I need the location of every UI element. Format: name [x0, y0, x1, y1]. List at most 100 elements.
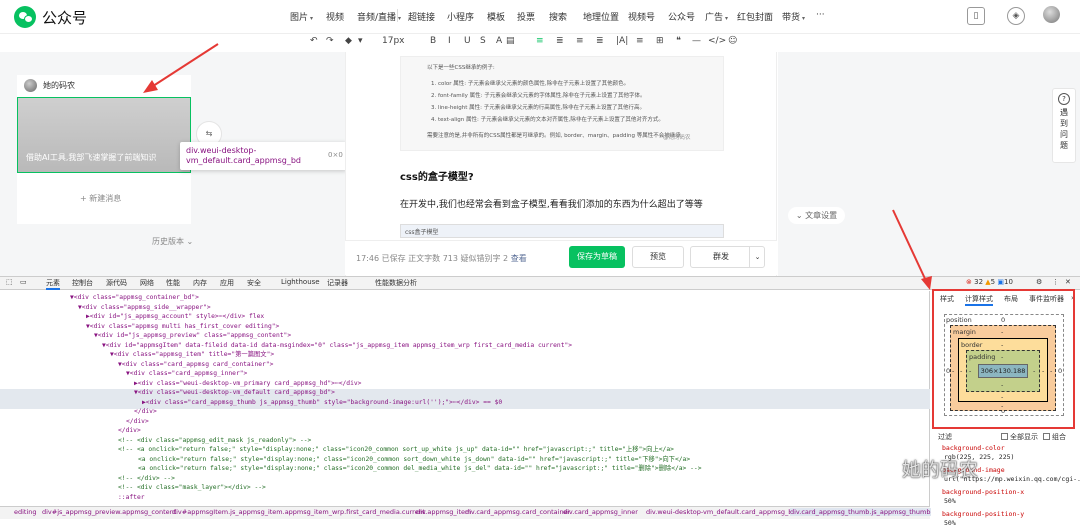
italic-icon[interactable]: I — [448, 36, 451, 46]
topnav-item[interactable]: 视频 — [326, 10, 344, 23]
devtools-tab[interactable]: 内存 — [193, 278, 207, 288]
app-logo[interactable]: 公众号 — [14, 6, 87, 28]
bold-icon[interactable]: B — [430, 36, 436, 46]
filter-input[interactable]: 过滤 — [938, 432, 952, 442]
settings-gear-icon[interactable]: ⚙ — [1036, 278, 1042, 286]
dom-node-line[interactable]: ▼<div class="card_appmsg card_container"… — [118, 360, 273, 369]
code-icon[interactable]: </> — [708, 36, 726, 46]
view-typos-link[interactable]: 查看 — [511, 254, 527, 263]
breadcrumb-item[interactable]: div.card_appmsg_inner — [563, 508, 638, 516]
topnav-item[interactable]: 图片 ▾ — [290, 10, 313, 23]
topnav-item[interactable]: 视频号 — [628, 10, 655, 23]
dom-node-line[interactable]: ▼<div class="appmsg multi has_first_cove… — [86, 322, 279, 331]
dom-node-line[interactable]: ▼<div class="card_appmsg_inner"> — [126, 369, 247, 378]
dom-node-line[interactable]: ▼<div class="appmsg_side__wrapper"> — [78, 303, 211, 312]
breadcrumb-item[interactable]: div#appmsgItem.js_appmsg_item.appmsg_ite… — [172, 508, 425, 516]
dom-node-line[interactable]: ▼<div class="weui-desktop-vm_default car… — [134, 388, 335, 397]
more-icon[interactable]: ⋮ — [1052, 278, 1059, 286]
devtools-tab[interactable]: Lighthouse — [281, 278, 320, 286]
devtools-tab[interactable]: 性能 — [166, 278, 180, 288]
devtools-tab[interactable]: 源代码 — [106, 278, 127, 288]
letter-spacing-icon[interactable]: |A| — [616, 36, 628, 46]
dom-node-line[interactable]: <!-- <div class="appmsg_edit_mask js_rea… — [118, 436, 311, 445]
topnav-item[interactable]: 音频/直播 ▾ — [357, 10, 401, 23]
devtools-tab[interactable]: 控制台 — [72, 278, 93, 288]
indent-icon[interactable]: ≣ — [556, 36, 564, 46]
topnav-item[interactable]: 投票 — [517, 10, 535, 23]
dom-node-line[interactable]: ▼<div id="js_appmsg_preview" class="appm… — [94, 331, 291, 340]
undo-icon[interactable]: ↶ — [310, 36, 318, 46]
devtools-tab[interactable]: 安全 — [247, 278, 261, 288]
dom-node-line[interactable]: <a onclick="return false;" style="displa… — [138, 464, 702, 473]
devtools-tab[interactable]: 记录器 — [327, 278, 348, 288]
topnav-item[interactable]: 红包封面 — [737, 10, 773, 23]
show-all-checkbox[interactable]: 全部显示 — [1001, 432, 1038, 442]
publish-button[interactable]: 群发 ⌄ — [690, 246, 765, 268]
dom-node-line[interactable]: <!-- <a onclick="return false;" style="d… — [118, 445, 674, 454]
topnav-item[interactable]: 带货 ▾ — [782, 10, 805, 23]
breadcrumb-item[interactable]: div.appmsg_item — [416, 508, 471, 516]
dom-node-line[interactable]: ::after — [118, 493, 145, 502]
dom-node-line[interactable]: ▼<div class="appmsg_container_bd"> — [70, 293, 199, 302]
font-size-select[interactable]: 17px — [382, 36, 405, 46]
topnav-item[interactable]: 小程序 — [447, 10, 474, 23]
clear-icon[interactable]: ▾ — [358, 36, 363, 46]
new-message-button[interactable]: + 新建消息 — [80, 193, 121, 204]
preview-button[interactable]: 预览 — [632, 246, 684, 268]
history-version-link[interactable]: 历史版本 ⌄ — [152, 236, 193, 247]
breadcrumb-item[interactable]: div#js_appmsg_preview.appmsg_content — [42, 508, 176, 516]
line-height-icon[interactable]: ≣ — [596, 36, 604, 46]
dom-node-line[interactable]: </div> — [134, 407, 157, 416]
table-icon[interactable]: ⊞ — [656, 36, 664, 46]
devtools-tab[interactable]: 性能数据分析 — [375, 278, 417, 288]
background-icon[interactable]: ▤ — [506, 36, 515, 46]
notification-icon[interactable]: ▯ — [967, 7, 985, 25]
article-settings-button[interactable]: ⌄ 文章设置 — [788, 207, 845, 224]
divider-icon[interactable]: — — [692, 36, 701, 46]
user-avatar[interactable] — [1043, 6, 1060, 23]
property-name[interactable]: background-position-y — [942, 510, 1024, 518]
topnav-item[interactable]: 公众号 — [668, 10, 695, 23]
property-name[interactable]: background-color — [942, 444, 1005, 452]
font-color-icon[interactable]: A — [496, 36, 502, 46]
dom-node-line[interactable]: </div> — [126, 417, 149, 426]
group-checkbox[interactable]: 组合 — [1043, 432, 1066, 442]
quote-icon[interactable]: ❝ — [676, 36, 681, 46]
topnav-item[interactable]: ··· — [816, 10, 825, 20]
dom-node-line[interactable]: ▼<div id="appmsgItem" data-fileid data-i… — [102, 341, 572, 350]
save-draft-button[interactable]: 保存为草稿 — [569, 246, 625, 268]
help-button[interactable]: ? 遇 到 问 题 — [1052, 88, 1076, 163]
redo-icon[interactable]: ↷ — [326, 36, 334, 46]
topnav-item[interactable]: 广告 ▾ — [705, 10, 728, 23]
dom-node-line[interactable]: ▼<div class="appmsg_item" title="第一篇图文"> — [110, 350, 274, 359]
underline-icon[interactable]: U — [464, 36, 471, 46]
dom-node-line[interactable]: ▶<div class="weui-desktop-vm_primary car… — [134, 379, 361, 388]
breadcrumb-item[interactable]: div.card_appmsg.card_container — [465, 508, 570, 516]
breadcrumb-item[interactable]: div.card_appmsg_thumb.js_appmsg_thumb — [790, 508, 931, 516]
topnav-item[interactable]: 模板 — [487, 10, 505, 23]
property-name[interactable]: background-position-x — [942, 488, 1024, 496]
breadcrumb-item[interactable]: div.weui-desktop-vm_default.card_appmsg_… — [646, 508, 796, 516]
chevron-down-icon[interactable]: ⌄ — [749, 247, 765, 267]
dom-node-line[interactable]: <!-- <div class="mask_layer"></div> --> — [118, 483, 266, 492]
format-painter-icon[interactable]: ◆ — [345, 36, 352, 46]
devtools-tab[interactable]: 应用 — [220, 278, 234, 288]
dom-node-line[interactable]: ▶<div id="js_appmsg_account" style>⋯</di… — [86, 312, 264, 321]
list-icon[interactable]: ≡ — [576, 36, 584, 46]
justify-icon[interactable]: ≡ — [636, 36, 644, 46]
dom-node-line[interactable]: </div> — [118, 426, 141, 435]
align-icon[interactable]: ≡ — [536, 36, 544, 46]
strikethrough-icon[interactable]: S — [480, 36, 486, 46]
devtools-issues[interactable]: ⊗ 32 ▲5 ▣10 — [966, 278, 1013, 286]
dom-node-line[interactable]: <a onclick="return false;" style="displa… — [138, 455, 690, 464]
devtools-tab[interactable]: 元素 — [46, 278, 60, 290]
devtools-tab[interactable]: 网络 — [140, 278, 154, 288]
dom-node-line[interactable]: ▶<div class="card_appmsg_thumb js_appmsg… — [142, 398, 502, 407]
topnav-item[interactable]: 超链接 — [408, 10, 435, 23]
topnav-item[interactable]: 搜索 — [549, 10, 567, 23]
shield-icon[interactable]: ◈ — [1007, 7, 1025, 25]
inspect-icon[interactable]: ⬚ — [6, 278, 13, 286]
dom-node-line[interactable]: <!-- </div> --> — [118, 474, 175, 483]
device-icon[interactable]: ▭ — [20, 278, 27, 286]
close-icon[interactable]: ✕ — [1065, 278, 1071, 286]
